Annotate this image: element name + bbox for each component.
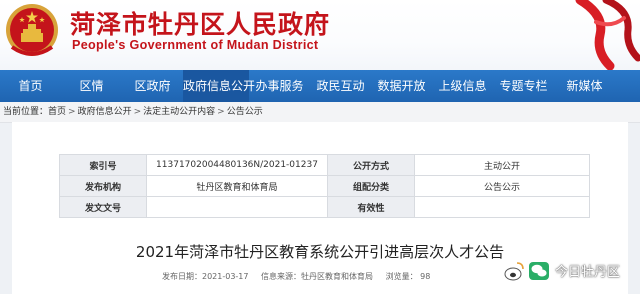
nav-services[interactable]: 办事服务 bbox=[249, 70, 310, 102]
red-ribbon-decoration-icon bbox=[575, 0, 640, 70]
nav-interaction[interactable]: 政民互动 bbox=[310, 70, 371, 102]
document-meta-table: 索引号 11371702004480136N/2021-01237 公开方式 主… bbox=[59, 154, 590, 218]
table-row: 索引号 11371702004480136N/2021-01237 公开方式 主… bbox=[59, 154, 590, 176]
breadcrumb-legal-content[interactable]: 法定主动公开内容 bbox=[143, 107, 215, 117]
category-value: 公告公示 bbox=[414, 175, 590, 197]
wechat-watermark: 今日牡丹区 bbox=[503, 256, 620, 284]
index-number-label: 索引号 bbox=[59, 154, 147, 176]
table-row: 发布机构 牡丹区教育和体育局 组配分类 公告公示 bbox=[59, 175, 590, 197]
publish-date: 发布日期：2021-03-17 bbox=[162, 272, 249, 281]
main-nav: 首页 区情 区政府 政府信息公开 办事服务 政民互动 数据开放 上级信息 专题专… bbox=[0, 70, 640, 102]
article-meta: 发布日期：2021-03-17 信息来源：牡丹区教育和体育局 浏览量： 98 bbox=[162, 271, 440, 282]
site-subtitle: People's Government of Mudan District bbox=[72, 38, 319, 52]
breadcrumb-home[interactable]: 首页 bbox=[48, 107, 66, 117]
breadcrumb-separator: > bbox=[133, 107, 142, 117]
nav-new-media[interactable]: 新媒体 bbox=[554, 70, 615, 102]
breadcrumb-lead: 当前位置： bbox=[3, 107, 49, 117]
publisher-label: 发布机构 bbox=[59, 175, 147, 197]
disclosure-method-label: 公开方式 bbox=[327, 154, 415, 176]
document-number-label: 发文文号 bbox=[59, 196, 147, 218]
header-banner: 菏泽市牡丹区人民政府 People's Government of Mudan … bbox=[0, 0, 640, 70]
nav-open-data[interactable]: 数据开放 bbox=[371, 70, 432, 102]
nav-district-gov[interactable]: 区政府 bbox=[122, 70, 183, 102]
validity-label: 有效性 bbox=[327, 196, 415, 218]
breadcrumb-notices[interactable]: 公告公示 bbox=[227, 107, 263, 117]
nav-home[interactable]: 首页 bbox=[0, 70, 61, 102]
index-number-value: 11371702004480136N/2021-01237 bbox=[146, 154, 328, 176]
table-row: 发文文号 有效性 bbox=[59, 196, 590, 218]
site-title: 菏泽市牡丹区人民政府 bbox=[70, 10, 331, 39]
social-media-icons bbox=[504, 262, 549, 281]
nav-special-topics[interactable]: 专题专栏 bbox=[493, 70, 554, 102]
nav-superior-info[interactable]: 上级信息 bbox=[432, 70, 493, 102]
breadcrumb-gov-info[interactable]: 政府信息公开 bbox=[78, 107, 132, 117]
nav-gov-info-disclosure[interactable]: 政府信息公开 bbox=[183, 70, 255, 102]
validity-value bbox=[414, 196, 590, 218]
publisher-value: 牡丹区教育和体育局 bbox=[146, 175, 328, 197]
breadcrumb-separator: > bbox=[217, 107, 225, 117]
weibo-icon bbox=[504, 262, 524, 281]
breadcrumb: 当前位置：首页 > 政府信息公开 > 法定主动公开内容 > 公告公示 bbox=[0, 102, 640, 123]
document-number-value bbox=[146, 196, 328, 218]
wechat-icon bbox=[528, 262, 549, 280]
view-count: 浏览量： 98 bbox=[385, 272, 431, 281]
nav-district-info[interactable]: 区情 bbox=[61, 70, 122, 102]
watermark-text: 今日牡丹区 bbox=[554, 264, 620, 280]
disclosure-method-value: 主动公开 bbox=[414, 154, 590, 176]
info-source: 信息来源：牡丹区教育和体育局 bbox=[261, 272, 374, 281]
category-label: 组配分类 bbox=[327, 175, 415, 197]
breadcrumb-separator: > bbox=[68, 107, 76, 117]
national-emblem-icon bbox=[6, 4, 58, 56]
